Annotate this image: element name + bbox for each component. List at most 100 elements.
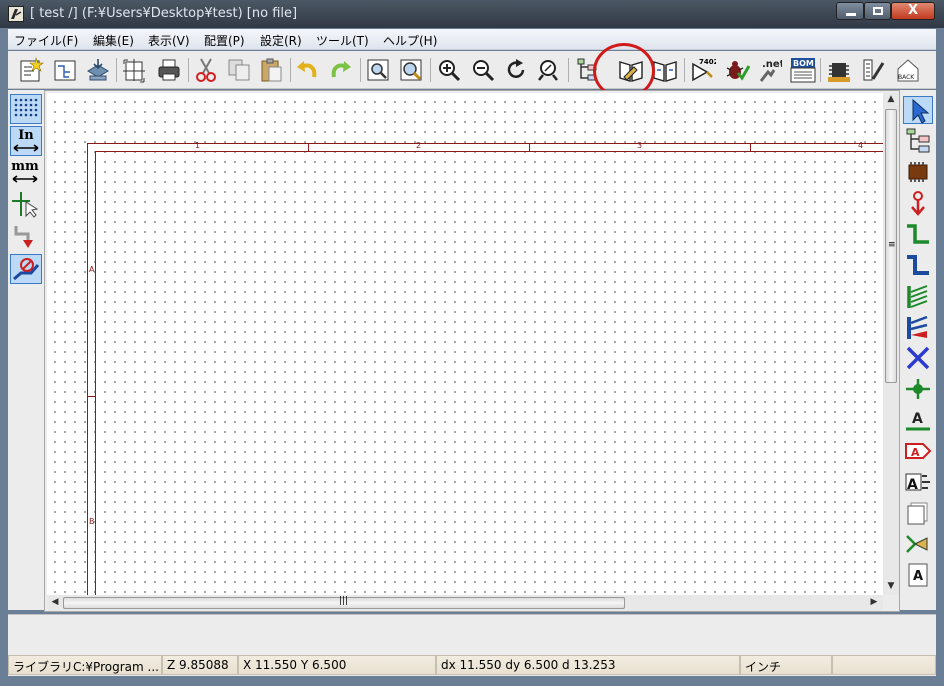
undo-button[interactable] [294,57,320,83]
import-footprint-icon [863,59,885,81]
hierarchical-label-icon: A [905,473,930,493]
net-label-button[interactable]: A [903,406,933,434]
scroll-down-icon[interactable]: ▼ [884,581,898,591]
menu-help[interactable]: ヘルプ(H) [383,32,437,49]
app-icon [8,6,24,22]
sheet-col-tick [529,143,530,151]
menu-settings[interactable]: 設定(R) [260,32,302,49]
wire-bus-entry-icon [907,285,928,308]
hierarchy-button[interactable] [52,57,78,83]
junction-button[interactable] [903,375,933,403]
menu-edit[interactable]: 編集(E) [93,32,134,49]
wire-bus-entry-button[interactable] [903,282,933,310]
main-toolbar: 7402 .net BOM BACK [8,51,936,89]
arrow-cursor-icon [912,98,930,124]
find-button[interactable] [365,57,391,83]
net-label-icon: A [906,411,930,431]
print-button[interactable] [156,57,182,83]
mm-label: mm [11,159,39,174]
vertical-scrollbar[interactable]: ▲ ≡ ▼ [883,93,899,595]
menu-view[interactable]: 表示(V) [148,32,190,49]
paste-icon [261,58,282,82]
menu-tools[interactable]: ツール(T) [316,32,369,49]
paste-button[interactable] [258,57,284,83]
horizontal-scrollbar[interactable]: ◀ ||| ▶ [47,595,883,611]
no-connect-button[interactable] [903,344,933,372]
select-tool-button[interactable] [903,96,933,124]
erc-button[interactable] [724,57,750,83]
maximize-icon [873,7,883,15]
scroll-right-icon[interactable]: ▶ [867,597,881,607]
horizontal-scroll-thumb[interactable]: ||| [63,596,625,609]
net-label-glyph: A [912,411,923,427]
vertical-scroll-thumb[interactable]: ≡ [885,109,897,383]
add-component-button[interactable] [903,158,933,186]
cut-button[interactable] [193,57,219,83]
hierarchy-icon [54,60,76,81]
bom-button[interactable]: BOM [790,57,816,83]
grid-toggle-button[interactable] [10,94,42,124]
schematic-canvas[interactable]: 1 2 3 4 A B [47,93,883,595]
hierarchy-nav-button[interactable] [903,127,933,155]
netlist-button[interactable]: .net [756,57,782,83]
global-label-button[interactable]: A [903,437,933,465]
minimize-button[interactable] [836,2,864,20]
title-bar: [ test /] (F:¥Users¥Desktop¥test) [no fi… [0,0,944,28]
find-replace-button[interactable] [398,57,424,83]
library-browser-button[interactable] [652,57,678,83]
mm-units-button[interactable]: mm [10,158,42,188]
window-title: [ test /] (F:¥Users¥Desktop¥test) [no fi… [30,6,298,21]
redo-button[interactable] [328,57,354,83]
bus-bus-entry-icon [907,315,928,339]
zoom-fit-button[interactable] [536,57,562,83]
save-icon [87,59,109,81]
save-button[interactable] [85,57,111,83]
add-wire-button[interactable] [903,220,933,248]
add-bus-button[interactable] [903,251,933,279]
sheet-col-tick [750,143,751,151]
page-settings-button[interactable] [121,57,147,83]
import-sheet-pin-button[interactable] [903,530,933,558]
add-power-button[interactable] [903,189,933,217]
hierarchical-sheet-button[interactable] [903,499,933,527]
bus-bus-entry-button[interactable] [903,313,933,341]
sheet-row-tick [87,396,95,397]
import-footprint-button[interactable] [860,57,886,83]
status-bar: ライブラリC:¥Program ... Z 9.85088 X 11.550 Y… [8,654,936,676]
netlist-icon: .net [759,59,782,82]
page-settings-icon [123,59,145,83]
scroll-left-icon[interactable]: ◀ [48,597,62,607]
text-tool-glyph: A [913,569,923,584]
scroll-up-icon[interactable]: ▲ [884,94,898,104]
zoom-redraw-button[interactable] [503,57,529,83]
maximize-button[interactable] [864,2,891,20]
sheet-col-label: 3 [637,141,643,150]
add-text-button[interactable]: A [903,561,933,589]
annotate-button[interactable]: 7402 [690,57,716,83]
new-sheet-button[interactable] [18,57,44,83]
schematic-canvas-frame: 1 2 3 4 A B ▲ ≡ ▼ ◀ ||| ▶ [44,90,900,612]
bus-orientation-button[interactable] [10,254,42,284]
zoom-out-button[interactable] [470,57,496,83]
back-annotate-button[interactable]: BACK [894,57,920,83]
component-icon [908,162,928,182]
zoom-in-button[interactable] [436,57,462,83]
hierarchical-label-button[interactable]: A [903,468,933,496]
erc-icon [726,61,750,81]
left-toolbar: In mm [8,90,44,610]
hidden-pins-icon [14,226,33,248]
close-button[interactable]: X [891,2,935,20]
cursor-shape-button[interactable] [10,190,42,220]
zoom-in-icon [439,60,461,82]
library-browser-icon [653,61,677,82]
menu-file[interactable]: ファイル(F) [14,32,78,49]
menu-place[interactable]: 配置(P) [204,32,245,49]
hidden-pins-button[interactable] [10,222,42,252]
pcbnew-button[interactable] [826,57,852,83]
inch-units-button[interactable]: In [10,126,42,156]
sheet-row-label: B [89,517,95,526]
text-tool-icon: A [908,563,928,587]
sheet-col-label: 2 [416,141,422,150]
copy-button[interactable] [226,57,252,83]
bom-icon: BOM [790,58,816,83]
